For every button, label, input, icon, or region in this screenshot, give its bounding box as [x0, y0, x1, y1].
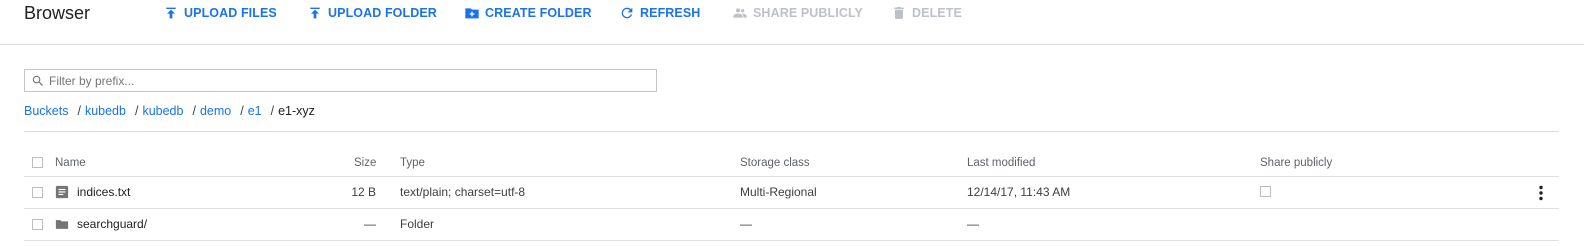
trash-icon — [894, 7, 904, 19]
breadcrumb-separator: / — [270, 104, 275, 118]
delete-button[interactable]: DELETE — [891, 4, 962, 22]
upload-files-button[interactable]: UPLOAD FILES — [163, 4, 277, 22]
folder-icon — [55, 220, 69, 229]
upload-folder-label: UPLOAD FOLDER — [328, 6, 437, 20]
create-folder-icon — [465, 8, 479, 19]
table-row[interactable]: indices.txt 12 B text/plain; charset=utf… — [24, 177, 1559, 209]
share-publicly-button[interactable]: SHARE PUBLICLY — [732, 4, 863, 22]
folder-name-link[interactable]: searchguard/ — [77, 217, 147, 231]
filter-prefix-input[interactable] — [49, 73, 639, 88]
breadcrumb-e1[interactable]: e1 — [248, 104, 262, 118]
refresh-label: REFRESH — [640, 6, 701, 20]
breadcrumb-separator: / — [134, 104, 139, 118]
column-header-last-modified[interactable]: Last modified — [967, 157, 1035, 169]
breadcrumb-separator: / — [192, 104, 196, 118]
file-storage-class: Multi-Regional — [740, 185, 817, 199]
upload-icon — [310, 7, 320, 19]
select-all-checkbox[interactable] — [32, 157, 43, 168]
table-header: Name Size Type Storage class Last modifi… — [24, 150, 1559, 177]
file-name-link[interactable]: indices.txt — [77, 185, 130, 199]
page-title: Browser — [24, 3, 91, 23]
divider — [24, 131, 1559, 132]
more-vert-icon[interactable] — [1534, 184, 1548, 202]
create-folder-label: CREATE FOLDER — [485, 6, 592, 20]
upload-icon — [166, 7, 176, 19]
objects-table: Name Size Type Storage class Last modifi… — [24, 150, 1559, 241]
column-header-name[interactable]: Name — [55, 157, 86, 169]
folder-storage-class: — — [740, 217, 752, 231]
file-last-modified: 12/14/17, 11:43 AM — [967, 185, 1071, 199]
file-size: 12 B — [351, 185, 376, 199]
share-publicly-label: SHARE PUBLICLY — [753, 6, 863, 20]
row-checkbox[interactable] — [32, 219, 43, 230]
table-row[interactable]: searchguard/ — Folder — — — [24, 209, 1559, 241]
upload-folder-button[interactable]: UPLOAD FOLDER — [307, 4, 437, 22]
share-publicly-checkbox[interactable] — [1260, 186, 1271, 200]
breadcrumb-kubedb-folder[interactable]: kubedb — [142, 104, 183, 118]
search-icon — [32, 75, 43, 86]
folder-type: Folder — [400, 217, 435, 231]
breadcrumb-separator: / — [240, 104, 244, 118]
breadcrumb: Buckets / kubedb / kubedb / demo / e1 / … — [24, 104, 315, 118]
breadcrumb-buckets[interactable]: Buckets — [24, 104, 68, 118]
refresh-icon — [621, 7, 633, 19]
refresh-button[interactable]: REFRESH — [619, 4, 700, 22]
column-header-size[interactable]: Size — [354, 157, 376, 169]
create-folder-button[interactable]: CREATE FOLDER — [464, 4, 592, 22]
upload-files-label: UPLOAD FILES — [184, 6, 277, 20]
breadcrumb-demo[interactable]: demo — [200, 104, 231, 118]
column-header-type[interactable]: Type — [400, 157, 425, 169]
row-checkbox[interactable] — [32, 187, 43, 198]
breadcrumb-separator: / — [77, 104, 81, 118]
breadcrumb-current: e1-xyz — [278, 104, 315, 118]
filter-box — [24, 69, 657, 92]
breadcrumb-kubedb-bucket[interactable]: kubedb — [85, 104, 126, 118]
text-file-icon — [55, 185, 69, 199]
column-header-storage-class[interactable]: Storage class — [740, 157, 810, 169]
delete-label: DELETE — [912, 6, 962, 20]
file-type: text/plain; charset=utf-8 — [400, 185, 526, 199]
people-icon — [733, 8, 747, 18]
column-header-share-publicly: Share publicly — [1260, 157, 1333, 169]
folder-last-modified: — — [967, 217, 979, 231]
top-bar: Browser UPLOAD FILES UPLOAD FOLDER CREAT… — [0, 0, 1584, 45]
folder-size: — — [364, 217, 376, 231]
